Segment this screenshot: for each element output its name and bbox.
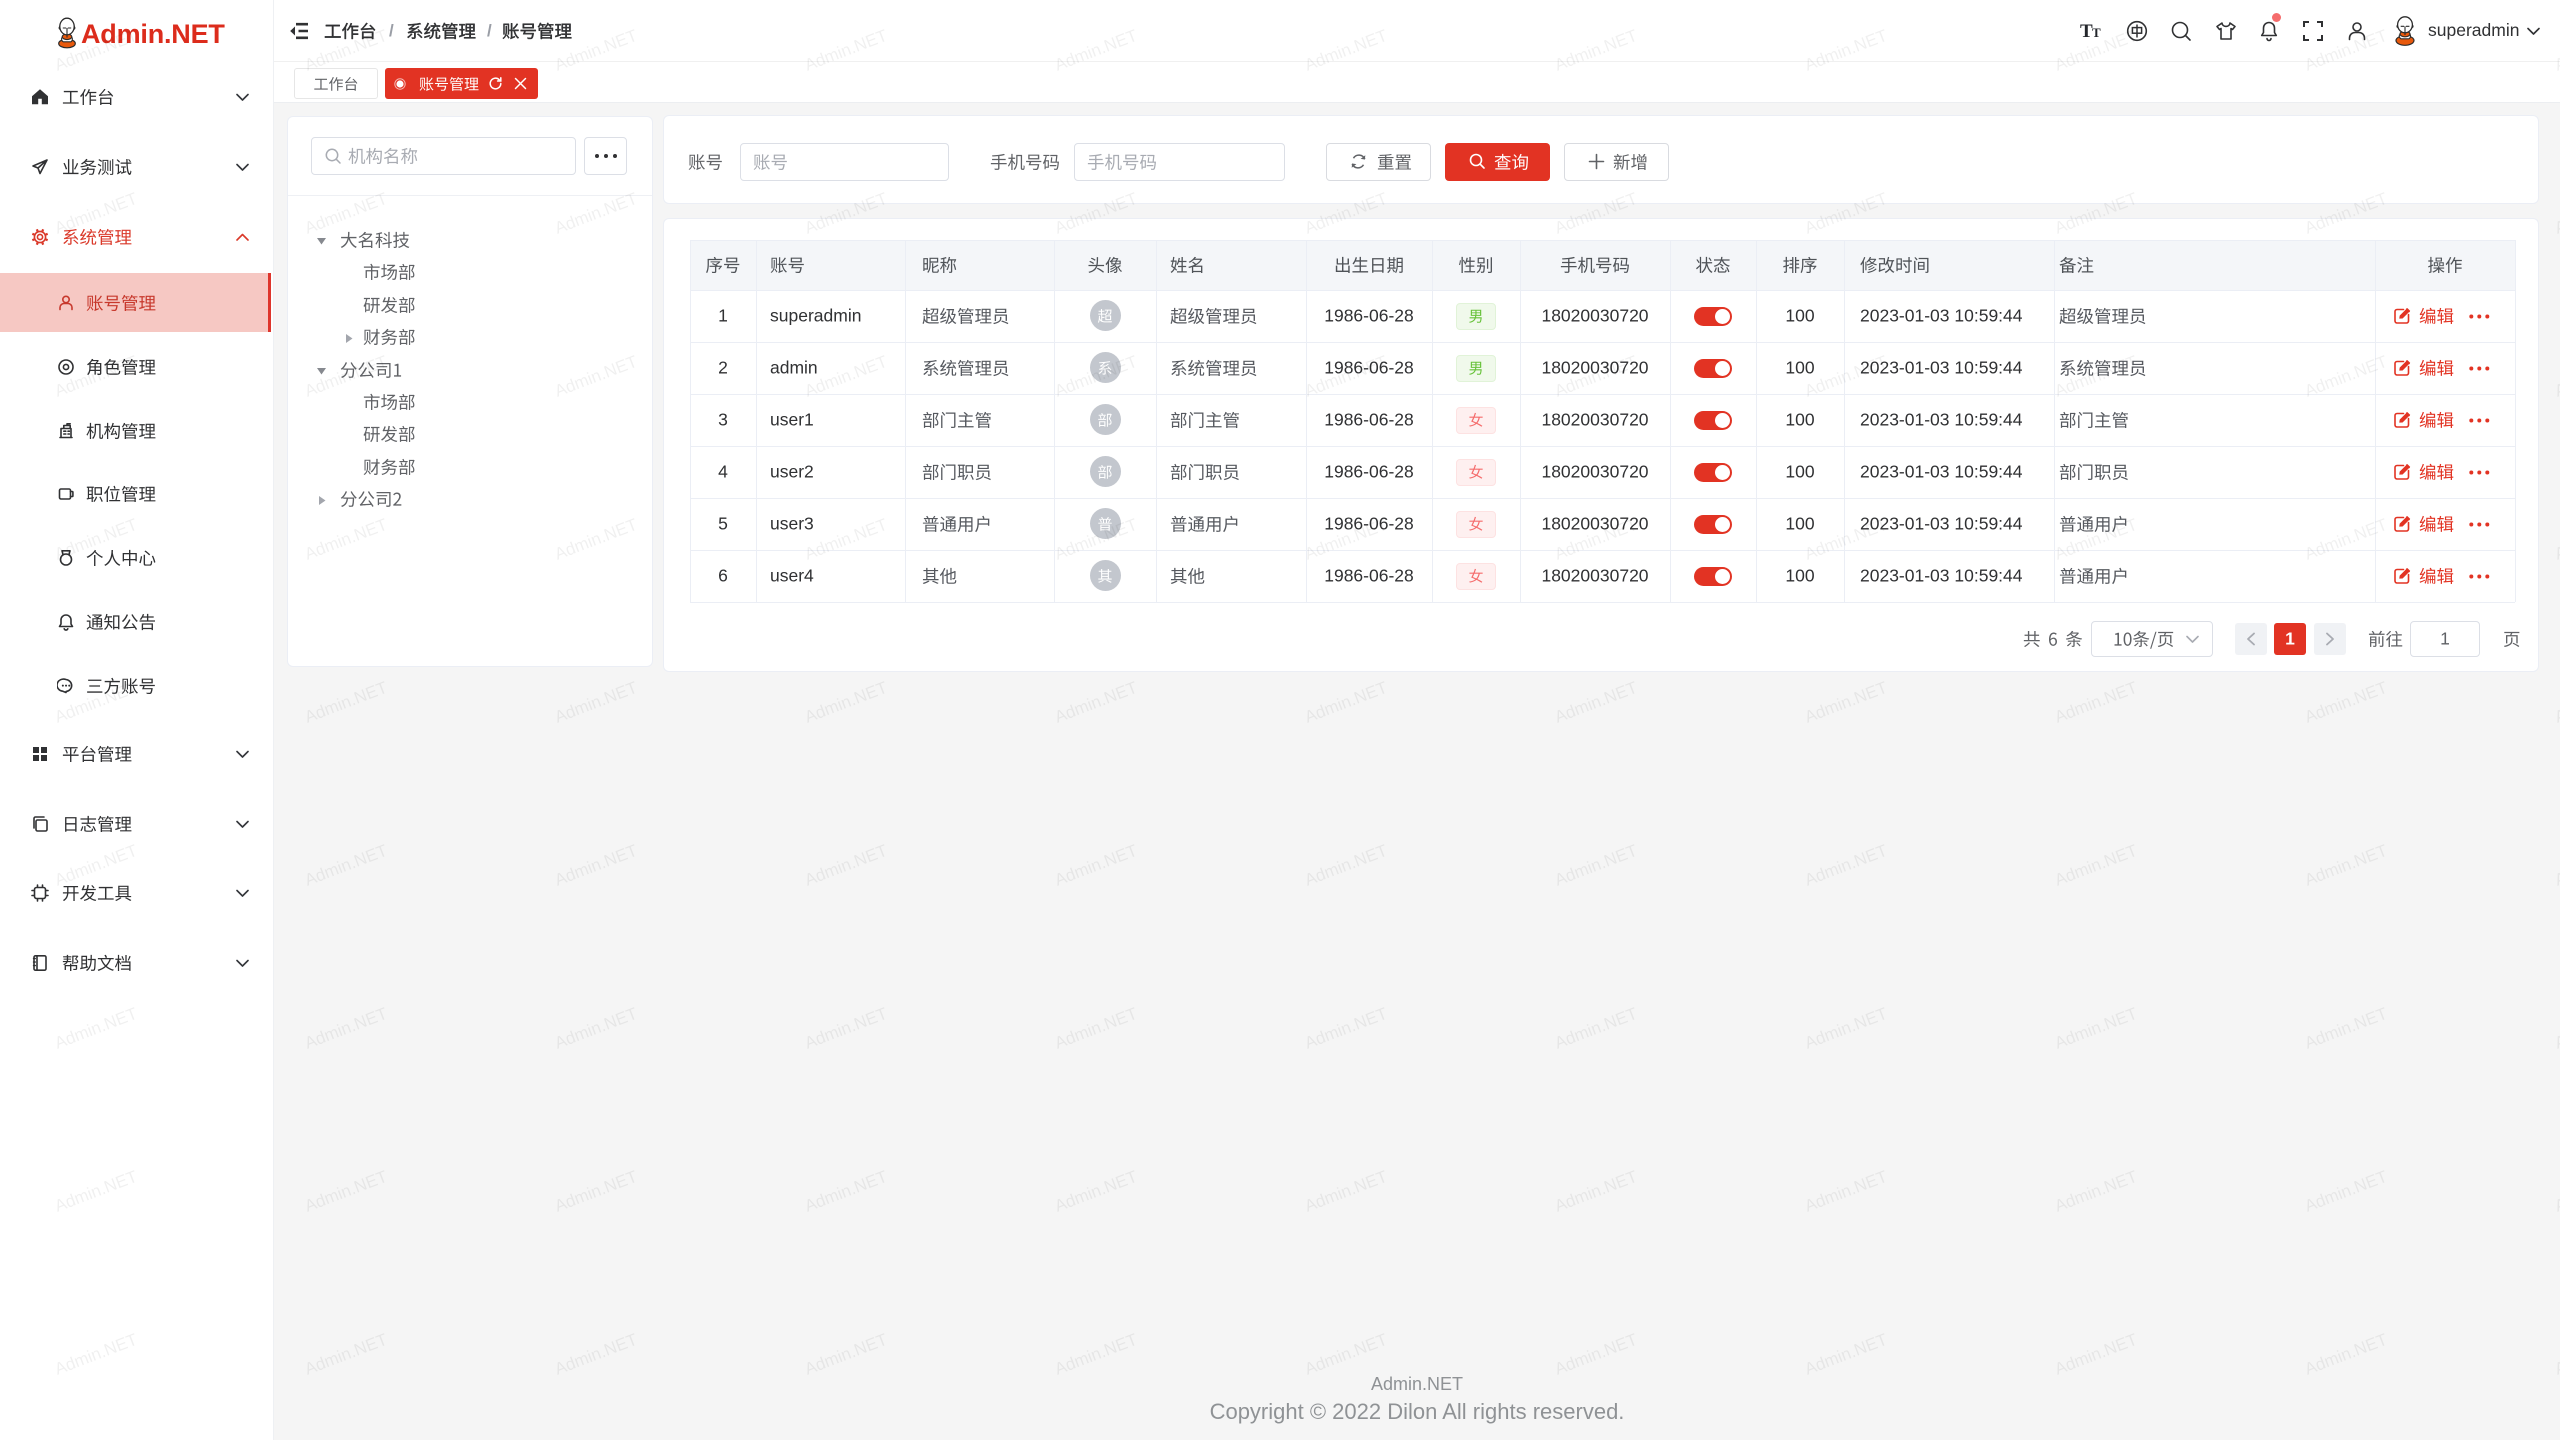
svg-text:T: T bbox=[2092, 25, 2101, 40]
